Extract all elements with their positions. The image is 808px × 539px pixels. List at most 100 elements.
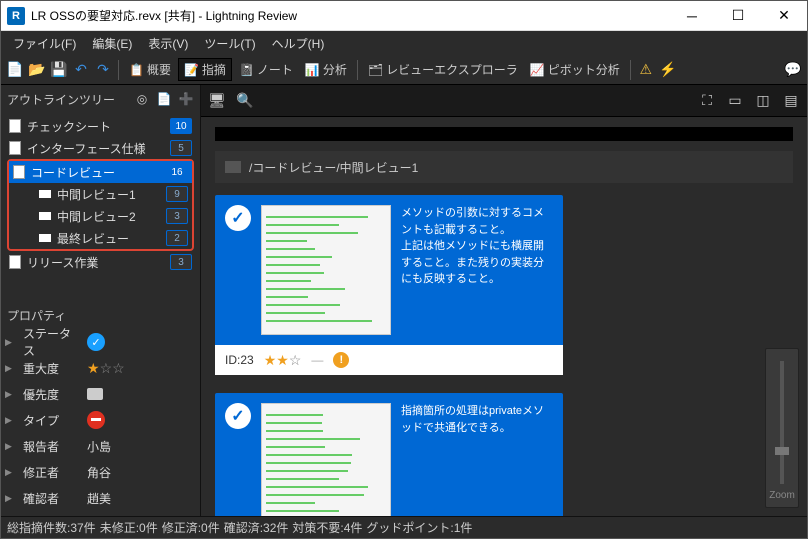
chevron-right-icon: ▶: [5, 363, 15, 374]
display-icon[interactable]: 🖥: [207, 91, 227, 111]
prop-label: タイプ: [23, 412, 79, 429]
doc-icon: [9, 141, 21, 155]
open-icon[interactable]: 📂: [27, 60, 47, 80]
layout1-icon[interactable]: ▭: [725, 91, 745, 111]
property-row[interactable]: ▶報告者小島: [5, 433, 196, 459]
tree-item-label: 中間レビュー1: [57, 186, 160, 203]
tree-item-label: リリース作業: [27, 254, 164, 271]
target-icon[interactable]: ◎: [134, 91, 150, 107]
tree-item-count: 10: [170, 118, 192, 134]
overview-button[interactable]: 📋概要: [124, 59, 176, 80]
issue-button[interactable]: 📝指摘: [178, 58, 232, 81]
explorer-button[interactable]: 🗂レビューエクスプローラ: [363, 59, 523, 80]
note-icon: 📓: [239, 63, 254, 77]
fullscreen-icon[interactable]: ⛶: [697, 91, 717, 111]
titlebar: R LR OSSの要望対応.revx [共有] - Lightning Revi…: [1, 1, 807, 31]
chat-icon[interactable]: 💬: [783, 60, 803, 80]
breadcrumb-path: /コードレビュー/中間レビュー1: [249, 159, 418, 176]
layout3-icon[interactable]: ▤: [781, 91, 801, 111]
property-row[interactable]: ▶修正者角谷: [5, 459, 196, 485]
checkmark-icon: ✓: [225, 403, 251, 429]
pivot-button[interactable]: 📈ピボット分析: [525, 59, 625, 80]
type-icon: [87, 411, 105, 429]
property-row[interactable]: ▶重大度★☆☆: [5, 355, 196, 381]
prop-label: 報告者: [23, 438, 79, 455]
status-unfixed: 未修正:0件: [100, 519, 158, 536]
property-row[interactable]: ▶優先度: [5, 381, 196, 407]
analysis-button[interactable]: 📊分析: [300, 59, 352, 80]
tree-item[interactable]: インターフェース仕様 5: [5, 137, 196, 159]
outline-title: アウトラインツリー: [7, 91, 128, 108]
tree-item-label: 中間レビュー2: [57, 208, 160, 225]
search-icon[interactable]: 🔍: [235, 91, 255, 111]
menu-help[interactable]: ヘルプ(H): [264, 33, 333, 54]
card-text: メソッドの引数に対するコメントも記載すること。上記は他メソッドにも横展開すること…: [401, 205, 553, 335]
zoom-handle[interactable]: [775, 447, 789, 455]
maximize-button[interactable]: ☐: [715, 1, 761, 31]
highlight-box: コードレビュー16 中間レビュー1 9 中間レビュー23最終レビュー2: [7, 159, 194, 251]
note-button[interactable]: 📓ノート: [234, 59, 298, 80]
issue-icon: 📝: [184, 63, 199, 77]
new-icon[interactable]: 📄: [5, 60, 25, 80]
status-total: 総指摘件数:37件: [7, 519, 96, 536]
analysis-icon: 📊: [305, 63, 320, 77]
status-bar: 総指摘件数:37件 未修正:0件 修正済:0件 確認済:32件 対策不要:4件 …: [1, 516, 807, 538]
doc-icon: [9, 255, 21, 269]
tree-item[interactable]: 中間レビュー1 9: [9, 183, 192, 205]
property-row[interactable]: ▶タイプ: [5, 407, 196, 433]
menu-tool[interactable]: ツール(T): [196, 33, 263, 54]
doc-icon: [13, 165, 25, 179]
minimize-button[interactable]: ─: [669, 1, 715, 31]
tree-item-count: 16: [166, 164, 188, 180]
card-text: 指摘箇所の処理はprivateメソッドで共通化できる。: [401, 403, 553, 516]
tree-item-count: 9: [166, 186, 188, 202]
outline-tree: チェックシート10インターフェース仕様5コードレビュー16中間レビュー19中間レ…: [1, 113, 200, 275]
tree-item-count: 5: [170, 140, 192, 156]
breadcrumb[interactable]: /コードレビュー/中間レビュー1: [215, 151, 793, 183]
add-icon[interactable]: ➕: [178, 91, 194, 107]
warning-icon[interactable]: ⚠: [636, 60, 656, 80]
card-footer: ID:23★★☆—!: [215, 345, 563, 375]
left-panel: アウトラインツリー ◎ 📄 ➕ チェックシート 10 インターフェース仕様 5 コードレ…: [1, 85, 201, 516]
overview-icon: 📋: [129, 63, 144, 77]
tree-item[interactable]: 中間レビュー23: [9, 205, 192, 227]
prop-value: 趙美: [87, 490, 111, 507]
status-confirmed: 確認済:32件: [224, 519, 289, 536]
undo-icon[interactable]: ↶: [71, 60, 91, 80]
close-button[interactable]: ✕: [761, 1, 807, 31]
redo-icon[interactable]: ↷: [93, 60, 113, 80]
add-doc-icon[interactable]: 📄: [156, 91, 172, 107]
tree-item-label: チェックシート: [27, 118, 164, 135]
properties-panel: ▶ステータス✓▶重大度★☆☆▶優先度▶タイプ▶報告者小島▶修正者角谷▶確認者趙美: [1, 327, 200, 516]
properties-title: プロパティ: [1, 303, 200, 327]
save-icon[interactable]: 💾: [49, 60, 69, 80]
layout2-icon[interactable]: ◫: [753, 91, 773, 111]
tree-item[interactable]: コードレビュー16: [9, 161, 192, 183]
scroll-strip: [215, 127, 793, 141]
tree-item-label: 最終レビュー: [57, 230, 160, 247]
property-row[interactable]: ▶確認者趙美: [5, 485, 196, 511]
toolbar: 📄 📂 💾 ↶ ↷ 📋概要 📝指摘 📓ノート 📊分析 🗂レビューエクスプローラ …: [1, 55, 807, 85]
chevron-right-icon: ▶: [5, 441, 15, 452]
slide-icon: [39, 234, 51, 242]
menu-file[interactable]: ファイル(F): [5, 33, 84, 54]
menu-edit[interactable]: 編集(E): [84, 33, 140, 54]
tree-item-label: インターフェース仕様: [27, 140, 164, 157]
tree-item[interactable]: リリース作業3: [5, 251, 196, 273]
warning-badge: !: [333, 352, 349, 368]
menu-view[interactable]: 表示(V): [140, 33, 196, 54]
prop-label: 優先度: [23, 386, 79, 403]
issue-card[interactable]: ✓ 指摘箇所の処理はprivateメソッドで共通化できる。: [215, 393, 563, 516]
explorer-icon: 🗂: [368, 63, 383, 77]
status-fixed: 修正済:0件: [162, 519, 220, 536]
tree-item[interactable]: 最終レビュー2: [9, 227, 192, 249]
zoom-slider[interactable]: Zoom: [765, 348, 799, 508]
priority-icon: [87, 388, 103, 400]
stars-value: ★☆☆: [87, 360, 125, 377]
property-row[interactable]: ▶ステータス✓: [5, 329, 196, 355]
chevron-right-icon: ▶: [5, 337, 15, 348]
tree-item[interactable]: チェックシート 10: [5, 115, 196, 137]
issue-card[interactable]: ✓メソッドの引数に対するコメントも記載すること。上記は他メソッドにも横展開するこ…: [215, 195, 563, 375]
flash-icon[interactable]: ⚡: [658, 60, 678, 80]
chevron-right-icon: ▶: [5, 467, 15, 478]
